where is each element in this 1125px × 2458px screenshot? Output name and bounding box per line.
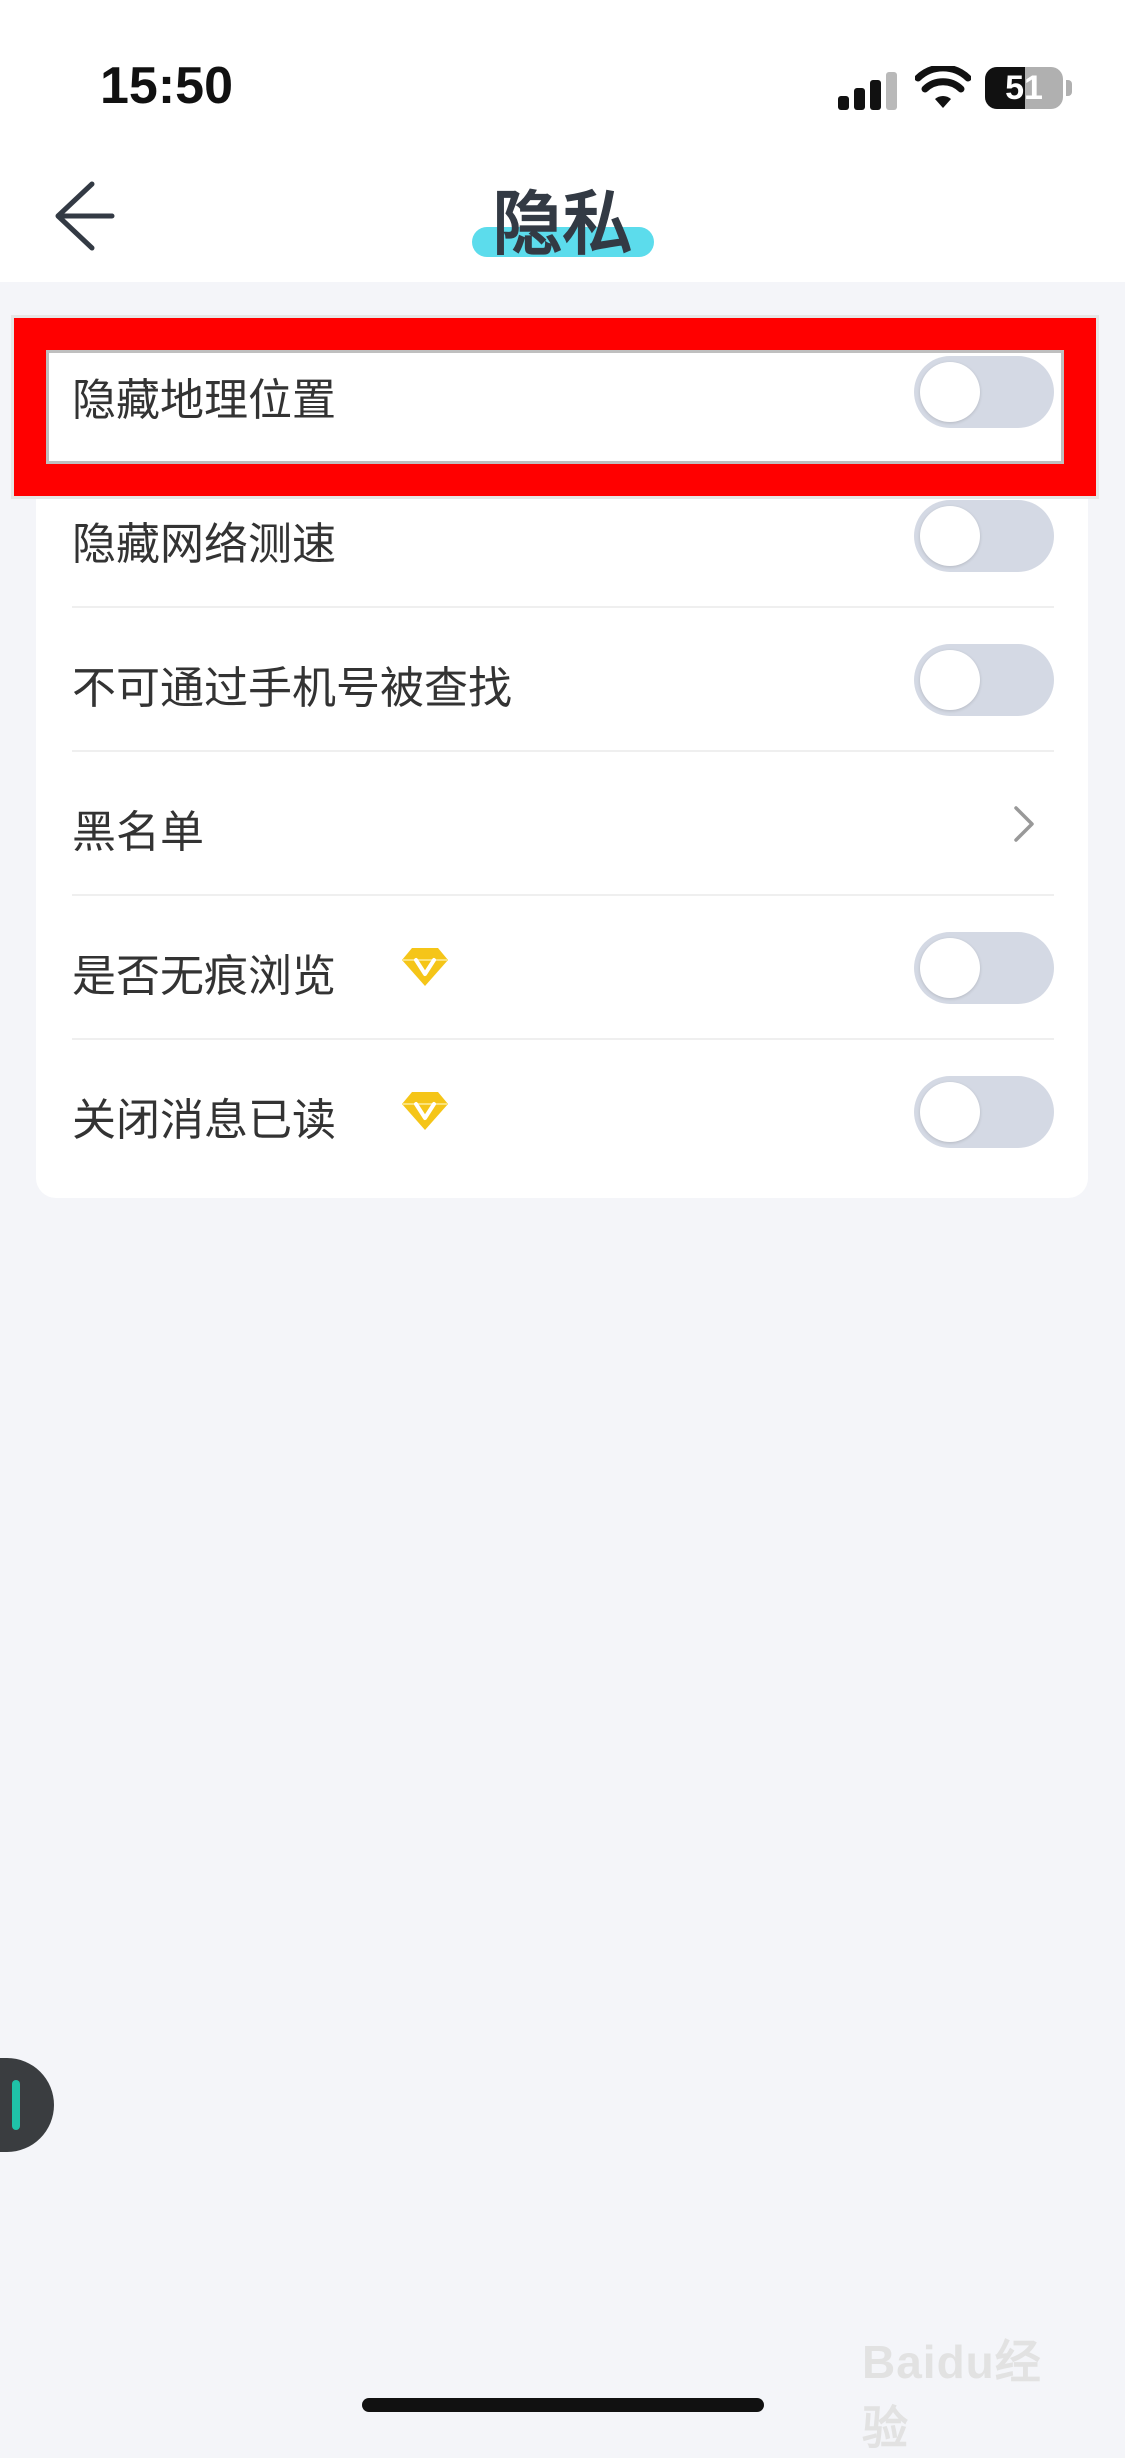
toggle-knob [920,506,980,566]
signal-icon [838,70,900,110]
toggle-knob [920,938,980,998]
privacy-settings-card: 隐藏地理位置 隐藏网络测速 不可通过手机号被查找 黑名单 是否无痕浏览 关闭消息… [36,320,1088,1198]
floating-assistant-button[interactable] [0,2058,54,2152]
incognito-toggle[interactable] [914,932,1054,1004]
status-time: 15:50 [100,57,233,115]
setting-row-hide-location[interactable]: 隐藏地理位置 [72,320,1054,464]
setting-row-hide-speedtest[interactable]: 隐藏网络测速 [72,464,1054,608]
setting-label: 是否无痕浏览 [72,951,336,1002]
toggle-knob [920,650,980,710]
setting-label: 黑名单 [72,807,204,858]
wifi-icon [915,66,971,108]
setting-row-blacklist[interactable]: 黑名单 [72,752,1054,896]
setting-row-read-receipts[interactable]: 关闭消息已读 [72,1040,1054,1184]
read-receipts-toggle[interactable] [914,1076,1054,1148]
status-bar: 15:50 51 [0,0,1125,150]
chevron-right-icon [1014,806,1034,842]
setting-label: 隐藏地理位置 [72,375,336,426]
setting-label: 关闭消息已读 [72,1095,336,1146]
setting-row-incognito[interactable]: 是否无痕浏览 [72,896,1054,1040]
setting-label: 不可通过手机号被查找 [72,663,512,714]
setting-row-phone-search[interactable]: 不可通过手机号被查找 [72,608,1054,752]
setting-label: 隐藏网络测速 [72,519,336,570]
vip-diamond-icon [402,1092,448,1130]
hide-location-toggle[interactable] [914,356,1054,428]
watermark-text: Baidu经验 [862,2336,1042,2454]
battery-tip [1066,80,1072,96]
page-title: 隐私 [492,183,633,265]
page-title-wrap: 隐私 [0,168,1125,269]
nav-bar: 隐私 [0,150,1125,282]
home-indicator[interactable] [362,2398,764,2412]
battery-level: 51 [1005,69,1043,107]
vip-diamond-icon [402,948,448,986]
floating-button-bar [12,2080,20,2130]
toggle-knob [920,362,980,422]
battery-icon: 51 [985,67,1063,109]
phone-search-toggle[interactable] [914,644,1054,716]
watermark-logo: Baidu经验 [862,2322,1072,2454]
toggle-knob [920,1082,980,1142]
hide-speedtest-toggle[interactable] [914,500,1054,572]
